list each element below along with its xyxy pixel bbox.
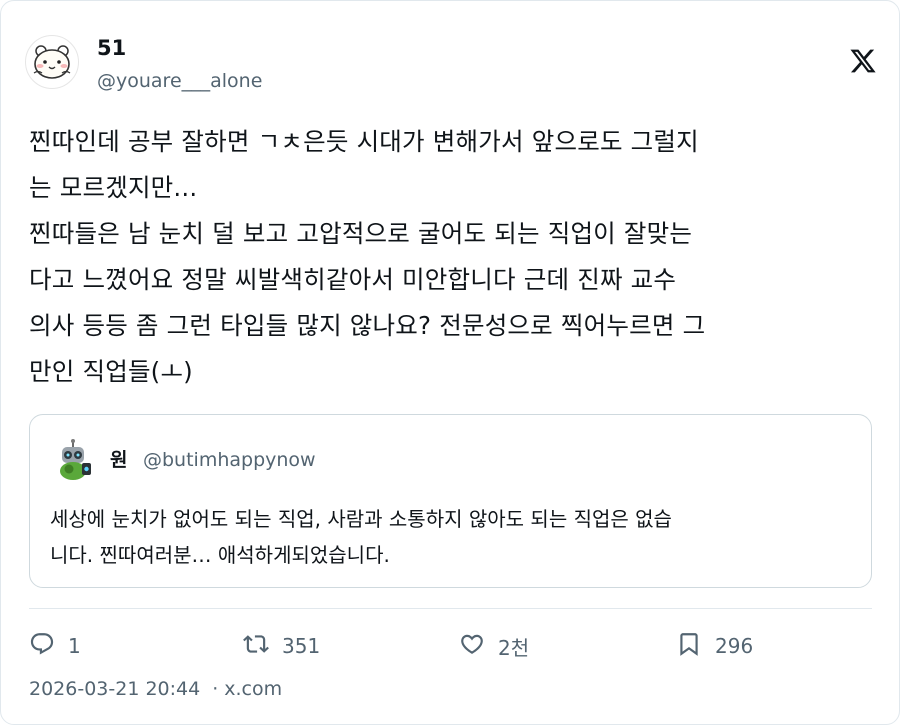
robot-avatar-icon[interactable] xyxy=(50,437,96,483)
tweet-card: 51 @youare___alone 찐따인데 공부 잘하면 ㄱㅊ은듯 시대가 … xyxy=(0,0,900,725)
quoted-handle[interactable]: @butimhappynow xyxy=(143,448,316,472)
source-link[interactable]: x.com xyxy=(224,678,282,700)
tweet-header: 51 @youare___alone xyxy=(25,35,877,95)
author-handle[interactable]: @youare___alone xyxy=(97,69,262,93)
quoted-display-name[interactable]: 원 xyxy=(110,448,127,472)
retweet-count: 351 xyxy=(282,634,321,658)
tweet-text: 찐따인데 공부 잘하면 ㄱㅊ은듯 시대가 변해가서 앞으로도 그럴지 는 모르겠… xyxy=(29,127,706,386)
tweet-meta: 2026-03-21 20:44 · x.com xyxy=(29,676,282,702)
timestamp[interactable]: 2026-03-21 20:44 xyxy=(29,678,200,700)
like-button[interactable]: 2천 xyxy=(459,629,529,663)
action-bar: 1 351 2천 296 xyxy=(29,629,872,663)
heart-icon xyxy=(459,631,485,661)
bookmark-button[interactable]: 296 xyxy=(676,629,753,663)
x-logo-icon[interactable] xyxy=(849,47,877,75)
retweet-icon xyxy=(243,631,269,661)
divider xyxy=(29,608,872,609)
bookmark-count: 296 xyxy=(715,634,754,658)
like-count: 2천 xyxy=(498,635,530,660)
reply-count: 1 xyxy=(68,634,81,658)
bookmark-icon xyxy=(676,631,702,661)
quoted-tweet-text: 세상에 눈치가 없어도 되는 직업, 사람과 소통하지 않아도 되는 직업은 없… xyxy=(50,507,672,567)
quoted-tweet[interactable]: 원 @butimhappynow 세상에 눈치가 없어도 되는 직업, 사람과 … xyxy=(29,414,872,588)
meta-separator: · xyxy=(212,678,219,700)
reply-button[interactable]: 1 xyxy=(29,629,81,663)
retweet-button[interactable]: 351 xyxy=(243,629,320,663)
hamster-avatar-icon[interactable] xyxy=(25,35,79,89)
reply-icon xyxy=(29,631,55,661)
author-display-name[interactable]: 51 xyxy=(97,35,126,61)
